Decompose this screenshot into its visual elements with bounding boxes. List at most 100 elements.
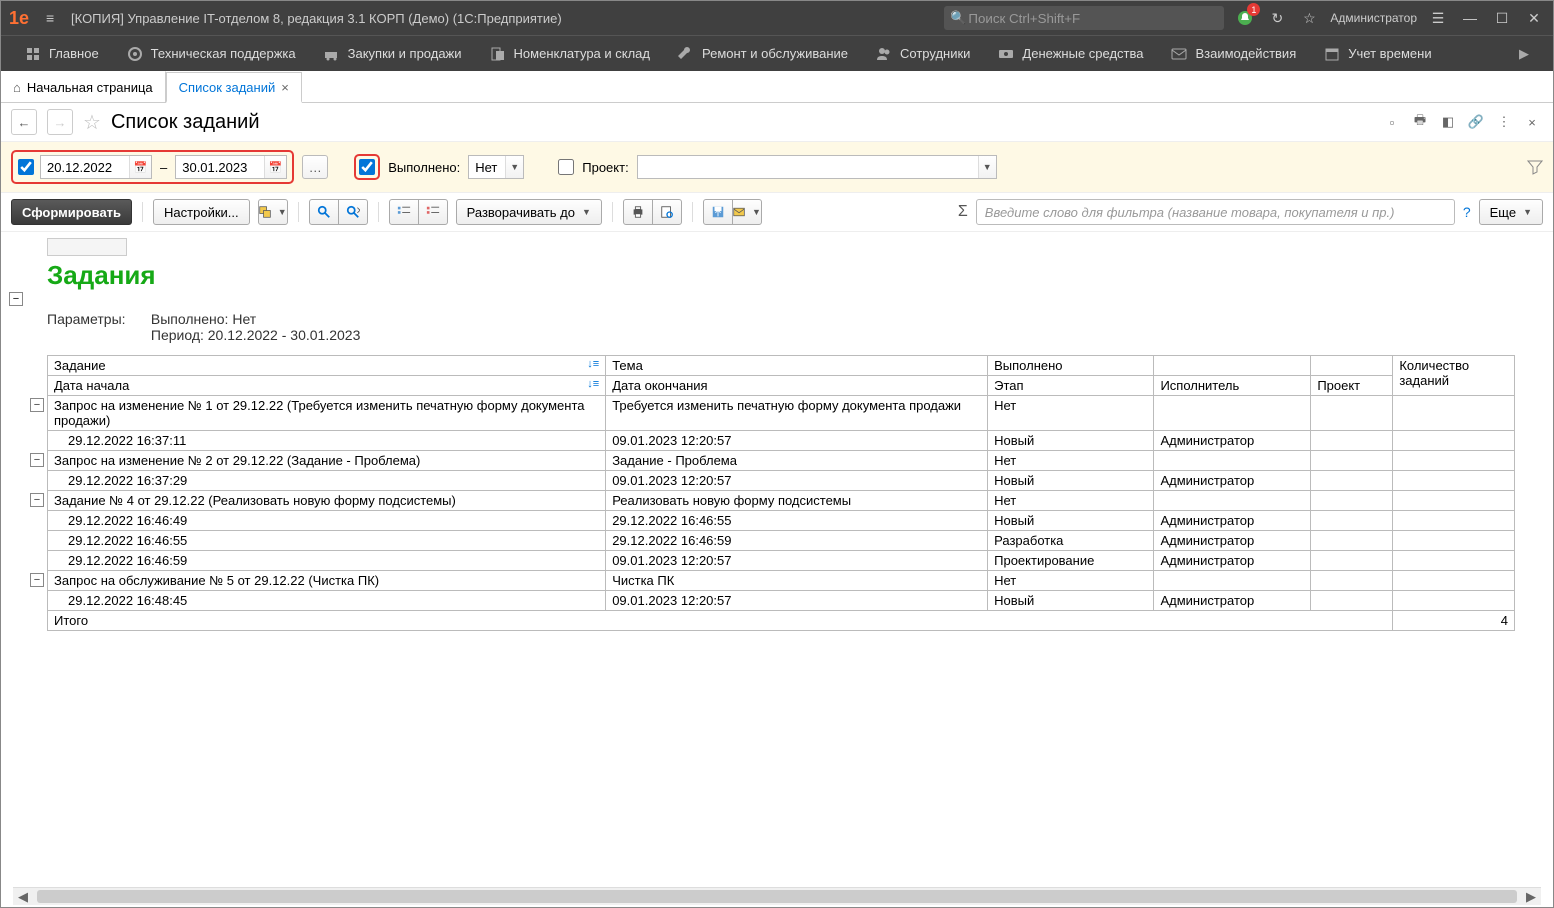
group-done: Нет: [988, 396, 1154, 431]
col-count[interactable]: Количество заданий: [1393, 356, 1515, 396]
close-button[interactable]: ✕: [1523, 7, 1545, 29]
kebab-menu-icon[interactable]: ⋮: [1493, 111, 1515, 133]
project-input[interactable]: [638, 156, 978, 178]
panel-toggle-icon[interactable]: ☰: [1427, 7, 1449, 29]
send-report-button[interactable]: ▼: [732, 199, 762, 225]
expand-to-button[interactable]: Разворачивать до▼: [456, 199, 602, 225]
calendar-from-icon[interactable]: 📅: [129, 156, 151, 178]
col-stage[interactable]: Этап: [988, 376, 1154, 396]
horizontal-scrollbar[interactable]: ◀ ▶: [13, 887, 1541, 905]
nav-scroll-right-icon[interactable]: ▶: [1505, 36, 1543, 72]
page-header: ← → ☆ Список заданий ▫ 🖶 ◧ 🔗 ⋮ ×: [1, 103, 1553, 141]
col-start[interactable]: Дата начала↓≡: [48, 376, 606, 396]
project-dropdown-icon[interactable]: ▼: [978, 156, 996, 178]
tab-close-icon[interactable]: ×: [281, 80, 289, 95]
params-label: Параметры:: [47, 311, 147, 327]
group-task[interactable]: −Запрос на обслуживание № 5 от 29.12.22 …: [48, 571, 606, 591]
done-checkbox[interactable]: [359, 159, 375, 175]
expand-groups-button[interactable]: [418, 199, 448, 225]
new-window-icon[interactable]: ◧: [1437, 111, 1459, 133]
minimize-button[interactable]: —: [1459, 7, 1481, 29]
row-executor: Администратор: [1154, 431, 1311, 451]
more-button[interactable]: Еще▼: [1479, 199, 1543, 225]
nav-timetracking[interactable]: Учет времени: [1310, 36, 1445, 72]
col-done[interactable]: Выполнено: [988, 356, 1154, 376]
row-start: 29.12.2022 16:46:59: [48, 551, 606, 571]
save-report-button[interactable]: [703, 199, 733, 225]
period-filter-group: 📅 – 📅: [11, 150, 294, 184]
save-icon[interactable]: ▫: [1381, 111, 1403, 133]
word-filter-input[interactable]: [976, 199, 1455, 225]
tab-task-list[interactable]: Список заданий ×: [166, 72, 302, 103]
row-end: 09.01.2023 12:20:57: [606, 551, 988, 571]
tree-toggle-root[interactable]: −: [9, 292, 23, 306]
group-task[interactable]: −Запрос на изменение № 1 от 29.12.22 (Тр…: [48, 396, 606, 431]
back-button[interactable]: ←: [11, 109, 37, 135]
print-button[interactable]: [623, 199, 653, 225]
print-preview-button[interactable]: [652, 199, 682, 225]
col-project[interactable]: Проект: [1311, 376, 1393, 396]
tree-toggle-icon[interactable]: −: [30, 573, 44, 587]
print-icon[interactable]: 🖶: [1409, 111, 1431, 133]
period-checkbox[interactable]: [18, 159, 34, 175]
group-task[interactable]: −Запрос на изменение № 2 от 29.12.22 (За…: [48, 451, 606, 471]
nav-money[interactable]: Денежные средства: [984, 36, 1157, 72]
group-task[interactable]: −Задание № 4 от 29.12.22 (Реализовать но…: [48, 491, 606, 511]
user-label[interactable]: Администратор: [1330, 11, 1417, 25]
report-corner-cell: [47, 238, 127, 256]
col-task[interactable]: Задание↓≡: [48, 356, 606, 376]
global-search-input[interactable]: [944, 6, 1224, 30]
done-dropdown-icon[interactable]: ▼: [505, 156, 523, 178]
nav-employees[interactable]: Сотрудники: [862, 36, 984, 72]
date-from-input[interactable]: [41, 156, 129, 178]
tree-toggle-icon[interactable]: −: [30, 453, 44, 467]
settings-variants-button[interactable]: ▼: [258, 199, 288, 225]
scrollbar-thumb[interactable]: [37, 890, 1517, 903]
history-icon[interactable]: ↻: [1266, 7, 1288, 29]
link-icon[interactable]: 🔗: [1465, 111, 1487, 133]
notifications-bell-icon[interactable]: 1: [1234, 7, 1256, 29]
nav-nomenclature[interactable]: Номенклатура и склад: [476, 36, 664, 72]
favorite-star-icon[interactable]: ☆: [83, 110, 101, 135]
row-project: [1311, 511, 1393, 531]
tabs-bar: ⌂ Начальная страница Список заданий ×: [1, 71, 1553, 103]
help-icon[interactable]: ?: [1463, 204, 1471, 220]
generate-button[interactable]: Сформировать: [11, 199, 132, 225]
nav-interactions[interactable]: Взаимодействия: [1157, 36, 1310, 72]
find-button[interactable]: [309, 199, 339, 225]
nav-support[interactable]: Техническая поддержка: [113, 36, 310, 72]
collapse-groups-button[interactable]: [389, 199, 419, 225]
project-checkbox[interactable]: [558, 159, 574, 175]
close-page-icon[interactable]: ×: [1521, 111, 1543, 133]
tree-toggle-icon[interactable]: −: [30, 493, 44, 507]
tab-start-page[interactable]: ⌂ Начальная страница: [1, 71, 166, 102]
settings-button[interactable]: Настройки...: [153, 199, 250, 225]
date-to-input[interactable]: [176, 156, 264, 178]
row-executor: Администратор: [1154, 471, 1311, 491]
nav-repair[interactable]: Ремонт и обслуживание: [664, 36, 862, 72]
scroll-right-icon[interactable]: ▶: [1521, 888, 1541, 905]
nav-home[interactable]: Главное: [11, 36, 113, 72]
col-executor[interactable]: Исполнитель: [1154, 376, 1311, 396]
find-back-button[interactable]: [338, 199, 368, 225]
period-picker-button[interactable]: …: [302, 155, 328, 179]
calendar-to-icon[interactable]: 📅: [264, 156, 286, 178]
scroll-left-icon[interactable]: ◀: [13, 888, 33, 905]
col-topic[interactable]: Тема: [606, 356, 988, 376]
nav-purchases[interactable]: Закупки и продажи: [310, 36, 476, 72]
done-combo: ▼: [468, 155, 524, 179]
maximize-button[interactable]: ☐: [1491, 7, 1513, 29]
done-value-input[interactable]: [469, 156, 505, 178]
tree-toggle-icon[interactable]: −: [30, 398, 44, 412]
row-executor: Администратор: [1154, 531, 1311, 551]
forward-button[interactable]: →: [47, 109, 73, 135]
col-end[interactable]: Дата окончания: [606, 376, 988, 396]
sigma-icon[interactable]: Σ: [958, 203, 968, 221]
report-area[interactable]: − Задания Параметры: Выполнено: Нет Пери…: [1, 232, 1553, 887]
favorites-star-icon[interactable]: ☆: [1298, 7, 1320, 29]
group-topic: Задание - Проблема: [606, 451, 988, 471]
row-end: 09.01.2023 12:20:57: [606, 431, 988, 451]
filter-funnel-icon[interactable]: [1527, 159, 1543, 175]
hamburger-icon[interactable]: ≡: [39, 7, 61, 29]
main-nav: Главное Техническая поддержка Закупки и …: [1, 35, 1553, 71]
